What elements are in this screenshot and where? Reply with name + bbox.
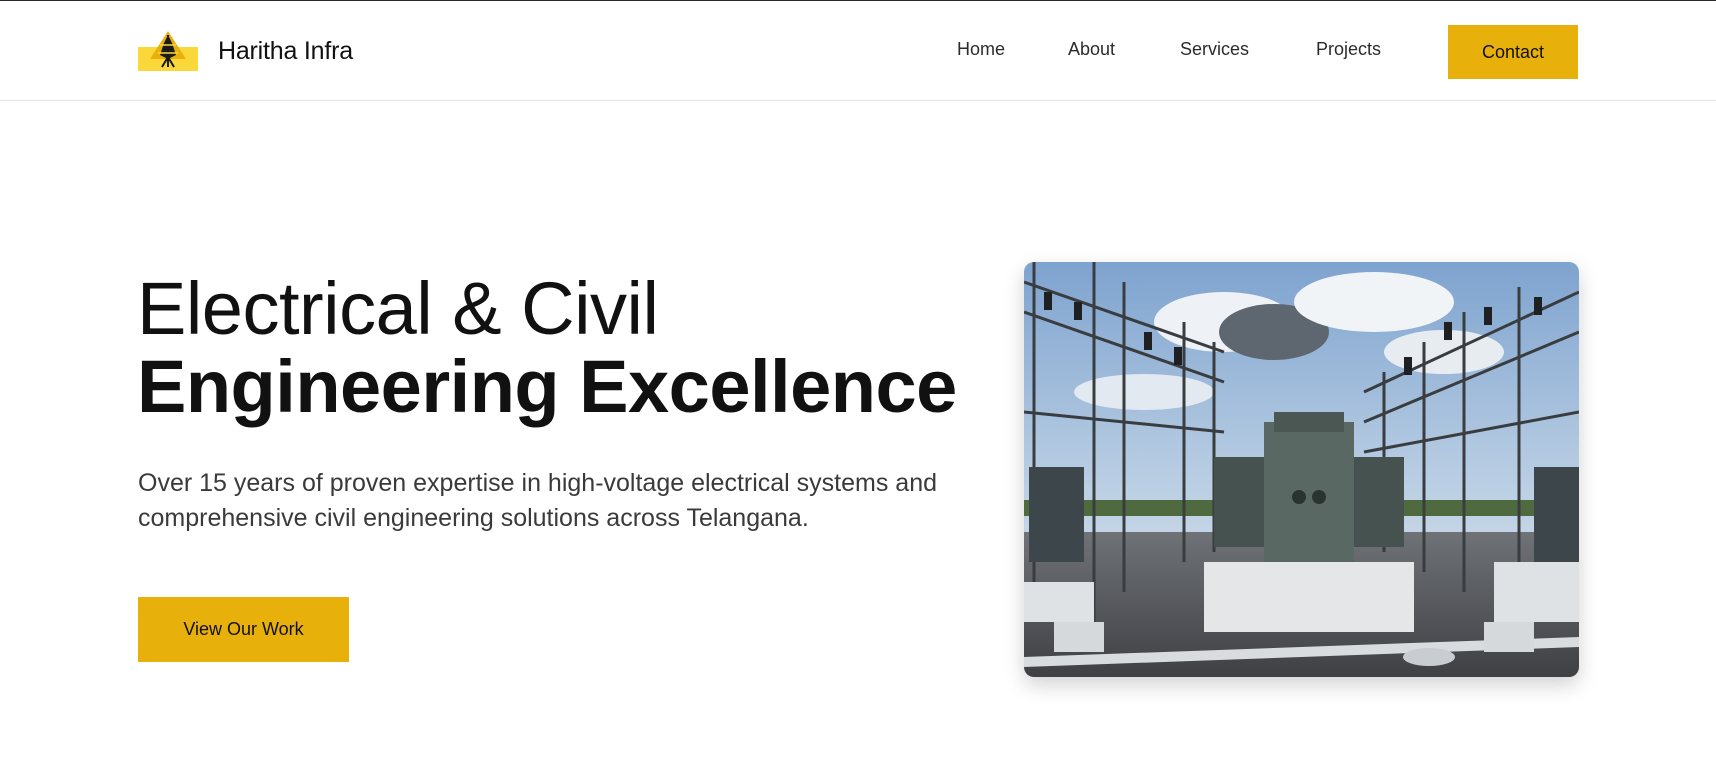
nav-home[interactable]: Home — [957, 39, 1005, 60]
nav-projects[interactable]: Projects — [1316, 39, 1381, 60]
nav-services[interactable]: Services — [1180, 39, 1249, 60]
hero-title-line2: Engineering Excellence — [137, 345, 957, 428]
contact-button[interactable]: Contact — [1448, 25, 1578, 79]
substation-photo — [1024, 262, 1579, 677]
hero-description: Over 15 years of proven expertise in hig… — [138, 469, 937, 532]
brand-name: Haritha Infra — [218, 36, 353, 65]
nav-about[interactable]: About — [1068, 39, 1115, 60]
view-our-work-button[interactable]: View Our Work — [138, 597, 349, 662]
brand[interactable]: Haritha Infra — [138, 29, 353, 73]
hero-title-line1: Electrical & Civil — [137, 267, 659, 350]
site-header: Haritha Infra Home About Services Projec… — [0, 1, 1716, 101]
hero-title: Electrical & Civil Engineering Excellenc… — [137, 272, 957, 424]
pylon-logo-icon — [138, 29, 198, 73]
